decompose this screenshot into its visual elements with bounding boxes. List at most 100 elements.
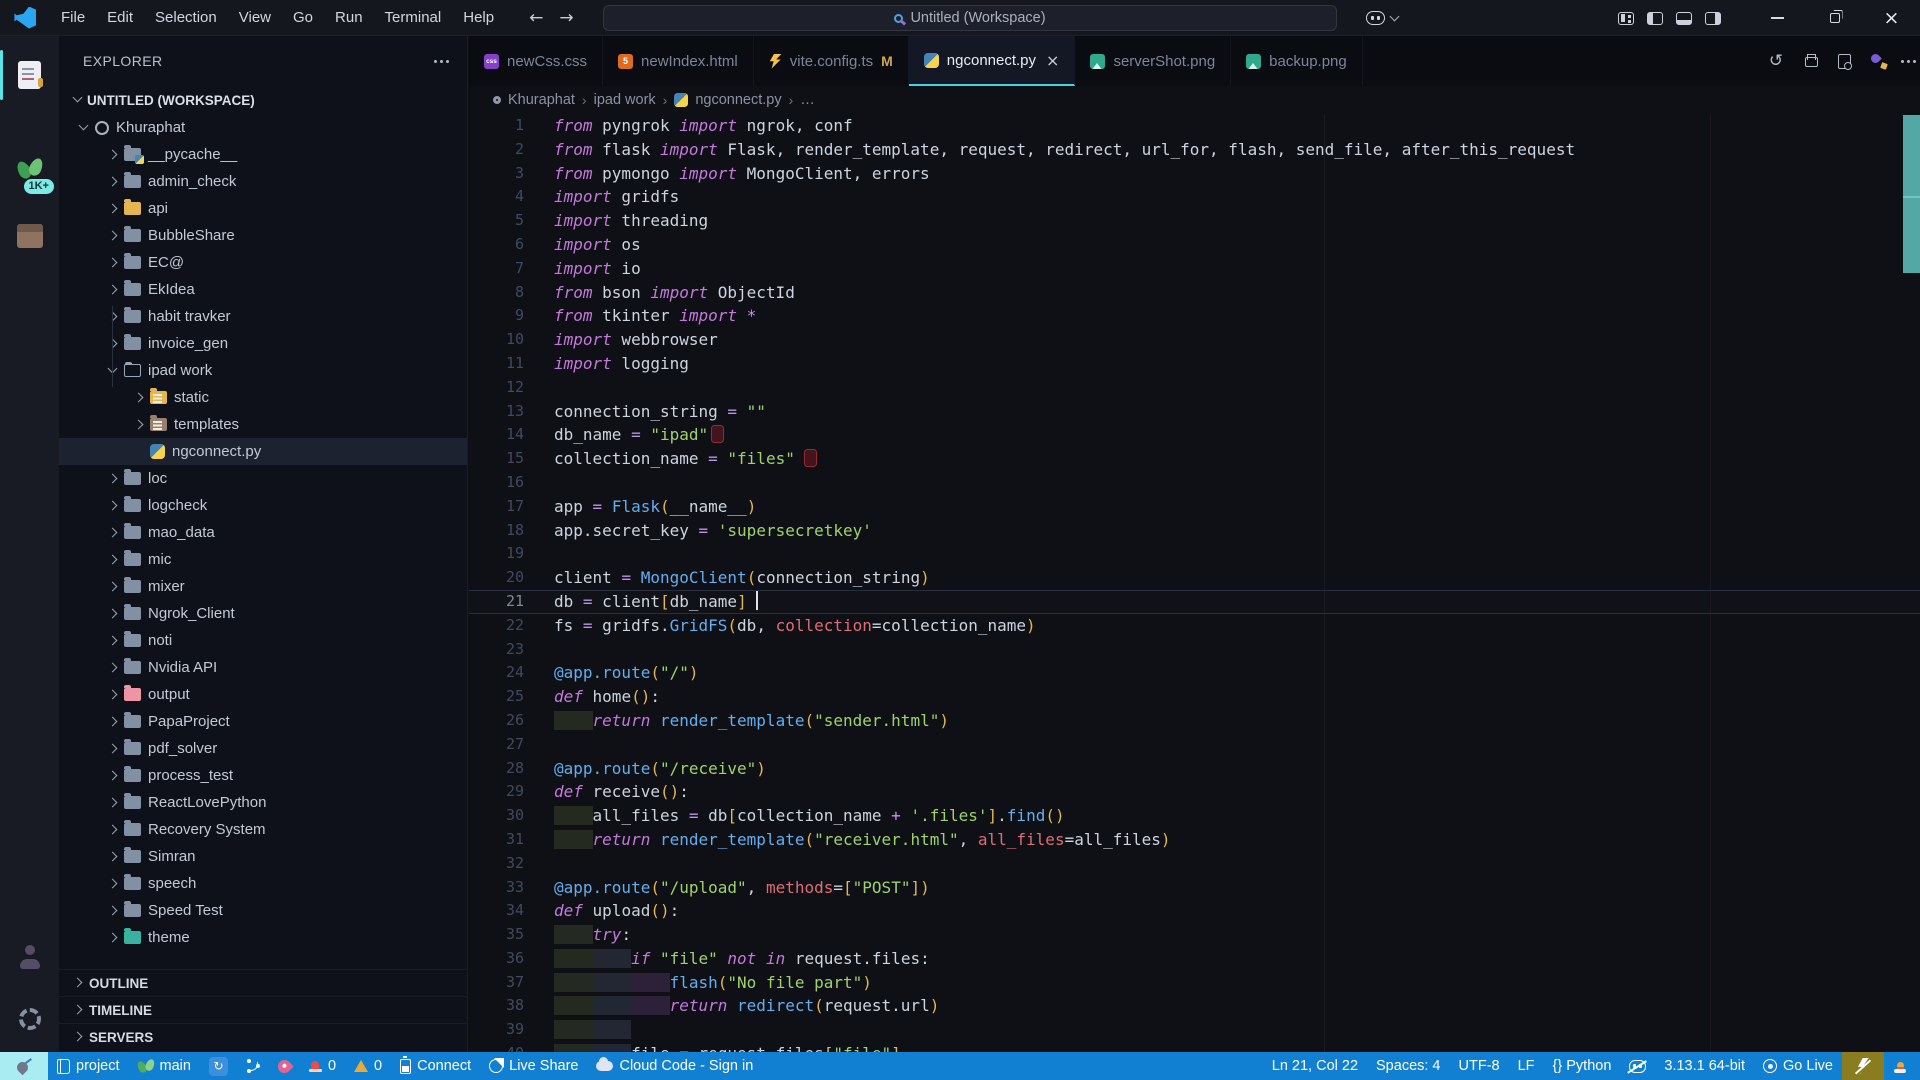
toggle-sidebar-icon[interactable]: [1647, 12, 1663, 25]
tree-item[interactable]: process_test: [59, 762, 467, 789]
status-item[interactable]: {} Python: [1544, 1052, 1621, 1080]
tree-item[interactable]: theme: [59, 924, 467, 951]
editor-tab[interactable]: vite.config.ts M: [754, 36, 909, 86]
tree-item[interactable]: habit travker: [59, 303, 467, 330]
menu-item[interactable]: Help: [452, 0, 505, 36]
code-line[interactable]: 32: [469, 852, 1920, 876]
activity-packages[interactable]: [0, 205, 59, 267]
tree-item[interactable]: pdf_solver: [59, 735, 467, 762]
activity-settings[interactable]: [0, 988, 59, 1050]
menu-item[interactable]: File: [50, 0, 96, 36]
status-item[interactable]: Spaces: 4: [1367, 1052, 1450, 1080]
tree-item[interactable]: Nvidia API: [59, 654, 467, 681]
code-line[interactable]: 1 from pyngrok import ngrok, conf: [469, 114, 1920, 138]
code-line[interactable]: 20 client = MongoClient(connection_strin…: [469, 566, 1920, 590]
activity-explorer[interactable]: [0, 44, 59, 106]
code-line[interactable]: 35 try:: [469, 923, 1920, 947]
tree-item[interactable]: ReactLovePython: [59, 789, 467, 816]
code-line[interactable]: 17 app = Flask(__name__): [469, 495, 1920, 519]
tree-item[interactable]: Speed Test: [59, 897, 467, 924]
tree-item[interactable]: EC@: [59, 249, 467, 276]
status-item[interactable]: 0: [345, 1052, 391, 1080]
code-line[interactable]: 6 import os: [469, 233, 1920, 257]
code-line[interactable]: 27: [469, 733, 1920, 757]
menu-item[interactable]: Run: [324, 0, 374, 36]
tree-item[interactable]: noti: [59, 627, 467, 654]
activity-extensions[interactable]: 1K+: [0, 140, 59, 202]
code-line[interactable]: 15 collection_name = "files": [469, 447, 1920, 471]
nav-forward-button[interactable]: →: [559, 8, 573, 28]
code-line[interactable]: 33 @app.route("/upload", methods=["POST"…: [469, 876, 1920, 900]
restore-button[interactable]: [1806, 0, 1863, 36]
code-line[interactable]: 22 fs = gridfs.GridFS(db, collection=col…: [469, 614, 1920, 638]
breadcrumb-item[interactable]: › ipad work: [582, 92, 656, 108]
toggle-panel-icon[interactable]: [1676, 12, 1692, 25]
tree-item[interactable]: mixer: [59, 573, 467, 600]
breadcrumb-item[interactable]: › ngconnect.py: [663, 92, 782, 108]
menu-item[interactable]: Go: [282, 0, 324, 36]
tree-item[interactable]: Simran: [59, 843, 467, 870]
editor-tab[interactable]: newCss.css: [469, 36, 603, 86]
tree-item[interactable]: Khuraphat: [59, 114, 467, 141]
tree-item[interactable]: output: [59, 681, 467, 708]
code-line[interactable]: 28 @app.route("/receive"): [469, 757, 1920, 781]
status-item[interactable]: [1620, 1052, 1655, 1080]
status-item[interactable]: Connect: [391, 1052, 480, 1080]
code-line[interactable]: 16: [469, 471, 1920, 495]
status-item[interactable]: 0: [300, 1052, 345, 1080]
code-line[interactable]: 23: [469, 638, 1920, 662]
tree-item[interactable]: ngconnect.py: [59, 438, 467, 465]
toolbar-icon[interactable]: [1767, 52, 1785, 70]
customize-layout-icon[interactable]: [1618, 12, 1634, 25]
tree-item[interactable]: mao_data: [59, 519, 467, 546]
tree-item[interactable]: api: [59, 195, 467, 222]
minimize-button[interactable]: [1749, 0, 1806, 36]
editor-tab[interactable]: ngconnect.py ×: [909, 36, 1076, 86]
tree-item[interactable]: BubbleShare: [59, 222, 467, 249]
menu-item[interactable]: Edit: [96, 0, 144, 36]
activity-accounts[interactable]: [0, 926, 59, 988]
status-item[interactable]: 3.13.1 64-bit: [1655, 1052, 1754, 1080]
breadcrumb-item[interactable]: Khuraphat: [493, 92, 575, 108]
code-line[interactable]: 9 from tkinter import *: [469, 304, 1920, 328]
code-line[interactable]: 4 import gridfs: [469, 185, 1920, 209]
editor-tab[interactable]: backup.png: [1231, 36, 1363, 86]
tree-item[interactable]: Ngrok_Client: [59, 600, 467, 627]
tree-item[interactable]: templates: [59, 411, 467, 438]
status-item[interactable]: [1842, 1052, 1884, 1080]
tree-item[interactable]: loc: [59, 465, 467, 492]
toolbar-icon[interactable]: [1838, 54, 1851, 69]
nav-back-button[interactable]: ←: [529, 8, 543, 28]
status-item[interactable]: LF: [1509, 1052, 1544, 1080]
status-item[interactable]: UTF-8: [1450, 1052, 1509, 1080]
sidebar-section-header[interactable]: TIMELINE: [59, 996, 467, 1023]
tree-item[interactable]: ipad work: [59, 357, 467, 384]
close-button[interactable]: ×: [1863, 0, 1920, 36]
tree-item[interactable]: admin_check: [59, 168, 467, 195]
tab-close-icon[interactable]: ×: [1046, 51, 1059, 70]
code-line[interactable]: 2 from flask import Flask, render_templa…: [469, 138, 1920, 162]
code-line[interactable]: 18 app.secret_key = 'supersecretkey': [469, 519, 1920, 543]
code-line[interactable]: 5 import threading: [469, 209, 1920, 233]
code-line[interactable]: 26 return render_template("sender.html"): [469, 709, 1920, 733]
status-item[interactable]: [1884, 1052, 1920, 1080]
tree-item[interactable]: Recovery System: [59, 816, 467, 843]
sidebar-section-header[interactable]: SERVERS: [59, 1023, 467, 1050]
code-line[interactable]: 31 return render_template("receiver.html…: [469, 828, 1920, 852]
status-item[interactable]: Ln 21, Col 22: [1263, 1052, 1367, 1080]
tree-item[interactable]: invoice_gen: [59, 330, 467, 357]
code-line[interactable]: 40 file = request.files["file"]: [469, 1042, 1920, 1052]
breadcrumb-item[interactable]: › …: [789, 92, 815, 108]
copilot-menu[interactable]: [1366, 11, 1398, 25]
toolbar-icon[interactable]: [1804, 54, 1819, 68]
status-item[interactable]: [200, 1052, 237, 1080]
status-item[interactable]: [269, 1052, 300, 1080]
status-item[interactable]: Cloud Code - Sign in: [587, 1052, 762, 1080]
editor-tab[interactable]: newIndex.html: [603, 36, 754, 86]
code-line[interactable]: 38 return redirect(request.url): [469, 994, 1920, 1018]
status-item[interactable]: [0, 1052, 48, 1080]
tree-item[interactable]: EkIdea: [59, 276, 467, 303]
command-center-search[interactable]: Untitled (Workspace): [603, 5, 1337, 31]
code-line[interactable]: 30 all_files = db[collection_name + '.fi…: [469, 804, 1920, 828]
code-line[interactable]: 13 connection_string = "": [469, 400, 1920, 424]
